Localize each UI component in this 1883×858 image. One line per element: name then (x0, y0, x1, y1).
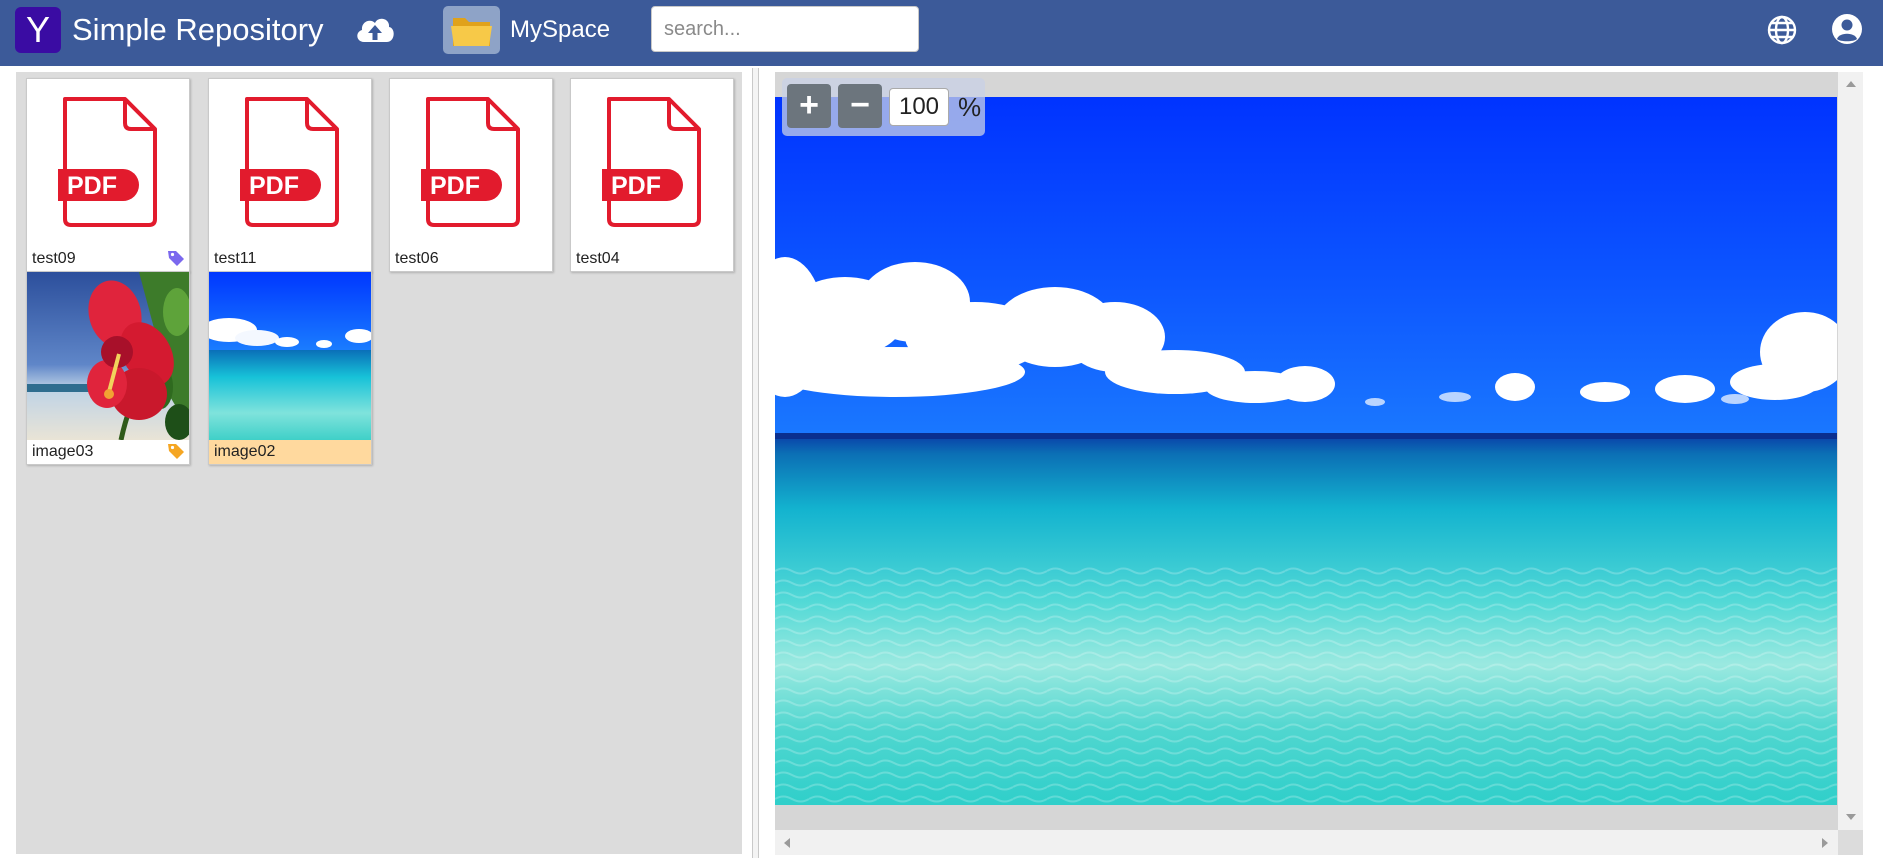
panel-resize-divider[interactable] (752, 68, 759, 858)
file-name: test11 (214, 250, 257, 267)
image-thumbnail (27, 272, 189, 440)
search-input[interactable] (651, 6, 919, 52)
app-title[interactable]: Simple Repository (72, 10, 324, 50)
scroll-up-arrow-icon[interactable] (1846, 81, 1856, 87)
preview-image (775, 97, 1837, 805)
svg-text:PDF: PDF (611, 172, 661, 200)
scrollbar-corner (1838, 830, 1863, 855)
file-grid-panel: PDF test09 PDF test11 PDF test06 PDF tes… (16, 72, 742, 854)
language-button[interactable] (1765, 13, 1799, 47)
folder-icon (451, 18, 492, 46)
file-name: image02 (209, 440, 371, 464)
file-tile[interactable]: image03 (26, 271, 190, 465)
file-name: test09 (32, 250, 76, 267)
zoom-controls: + − % (782, 78, 985, 136)
cloud-upload-icon (357, 18, 394, 42)
image-thumbnail (209, 272, 371, 440)
file-name: test06 (395, 250, 439, 267)
zoom-unit-label: % (958, 92, 982, 122)
file-tile[interactable]: PDF test11 (208, 78, 372, 272)
file-tile[interactable]: image02 (208, 271, 372, 465)
file-name: image03 (32, 443, 94, 460)
svg-text:PDF: PDF (249, 172, 299, 200)
svg-text:PDF: PDF (430, 172, 480, 200)
myspace-button[interactable] (443, 6, 500, 54)
myspace-label[interactable]: MySpace (510, 12, 610, 48)
tag-icon[interactable] (167, 249, 185, 267)
file-name: test04 (576, 250, 620, 267)
user-account-button[interactable] (1830, 12, 1864, 46)
tag-icon[interactable] (167, 442, 185, 460)
zoom-in-button[interactable]: + (787, 84, 831, 128)
scroll-right-arrow-icon[interactable] (1822, 838, 1828, 848)
scroll-left-arrow-icon[interactable] (784, 838, 790, 848)
scroll-down-arrow-icon[interactable] (1846, 814, 1856, 820)
pdf-file-icon: PDF (209, 79, 371, 247)
pdf-file-icon: PDF (390, 79, 552, 247)
pdf-file-icon: PDF (571, 79, 733, 247)
image-viewer: + − % (775, 72, 1863, 855)
pdf-file-icon: PDF (27, 79, 189, 247)
zoom-out-button[interactable]: − (838, 84, 882, 128)
zoom-percent-input[interactable] (889, 88, 949, 126)
file-tile[interactable]: PDF test04 (570, 78, 734, 272)
upload-button[interactable] (354, 12, 396, 48)
svg-text:PDF: PDF (67, 172, 117, 200)
file-tile[interactable]: PDF test09 (26, 78, 190, 272)
vertical-scrollbar[interactable] (1838, 72, 1863, 830)
user-icon (1832, 14, 1862, 44)
top-navbar: Y Simple Repository MySpace (0, 0, 1883, 66)
globe-icon (1767, 15, 1797, 45)
file-tile[interactable]: PDF test06 (389, 78, 553, 272)
app-logo[interactable]: Y (15, 7, 61, 53)
horizontal-scrollbar[interactable] (775, 830, 1838, 855)
